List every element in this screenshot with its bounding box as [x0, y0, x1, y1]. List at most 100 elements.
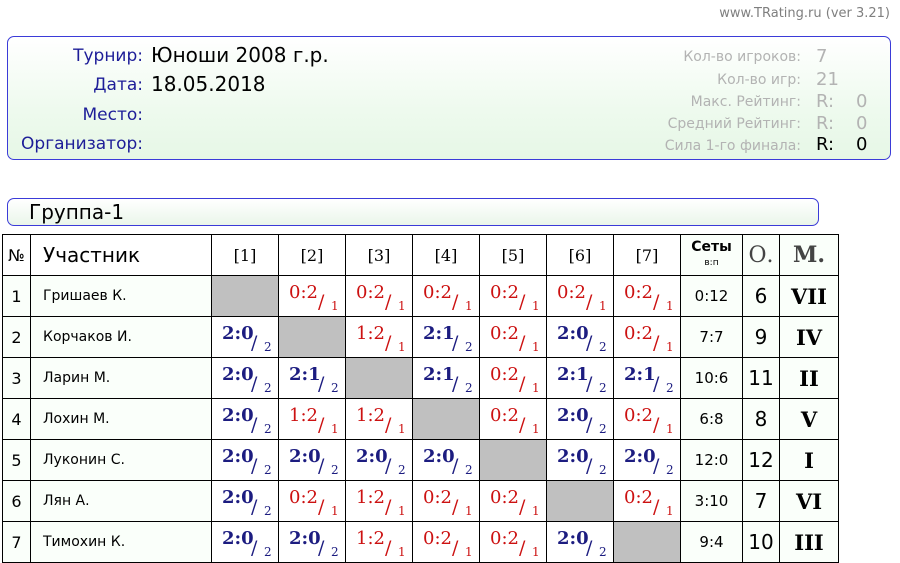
slash-separator: /: [653, 414, 660, 436]
slash-separator: /: [385, 291, 392, 313]
match-points: 1: [666, 340, 674, 354]
slash-separator: /: [519, 332, 526, 354]
slash-separator: /: [653, 291, 660, 313]
table-row: 7 Тимохин К. 2:0/2 2:0/2 1:2/1 0:2/1 0:2/1 2:0/…: [2, 521, 839, 563]
row-num: 6: [2, 480, 31, 522]
match-points: 2: [599, 381, 607, 395]
slash-separator: /: [452, 537, 459, 559]
result-cell: 1:2/ 1: [278, 398, 346, 440]
points-total: 6: [742, 275, 780, 317]
final-place: VII: [779, 275, 839, 317]
set-score: 1:2: [356, 405, 385, 426]
result-cell: 0:2/ 1: [479, 357, 547, 399]
group-header: Группа-1: [7, 198, 819, 226]
match-points: 1: [599, 299, 607, 313]
match-points: 2: [264, 545, 272, 559]
result-cell: 2:0/ 2: [278, 521, 346, 563]
slash-separator: /: [251, 537, 258, 559]
set-score: 0:2: [624, 405, 653, 426]
table-row: 3 Ларин М. 2:0/2 2:1/2 2:1/2 0:2/1 2:1/2 2:1/2 1…: [2, 357, 839, 399]
match-points: 1: [398, 299, 406, 313]
result-cell: 2:0/ 2: [546, 439, 614, 481]
slash-separator: /: [251, 455, 258, 477]
diagonal-cell: [278, 316, 346, 358]
result-cell: 1:2/ 1: [345, 398, 413, 440]
result-cell: 0:2/ 1: [479, 316, 547, 358]
slash-separator: /: [519, 496, 526, 518]
match-points: 2: [264, 504, 272, 518]
diagonal-cell: [546, 480, 614, 522]
slash-separator: /: [586, 414, 593, 436]
result-cell: 0:2/ 1: [412, 521, 480, 563]
slash-separator: /: [251, 496, 258, 518]
header-sets: Сеты в:п: [680, 234, 743, 276]
player-name: Лян А.: [30, 480, 212, 522]
row-num: 2: [2, 316, 31, 358]
slash-separator: /: [318, 496, 325, 518]
match-points: 1: [398, 504, 406, 518]
result-cell: 2:0/ 2: [412, 439, 480, 481]
set-score: 0:2: [490, 528, 519, 549]
row-num: 5: [2, 439, 31, 481]
slash-separator: /: [318, 455, 325, 477]
set-score: 2:0: [222, 364, 254, 385]
results-table: № Участник [1] [2] [3] [4] [5] [6] [7] С…: [2, 234, 839, 563]
set-score: 2:0: [624, 446, 656, 467]
set-score: 2:1: [289, 364, 321, 385]
result-cell: 2:1/ 2: [278, 357, 346, 399]
slash-separator: /: [586, 537, 593, 559]
group-title: Группа-1: [29, 200, 125, 224]
games-count-label: Кол-во игр:: [717, 72, 801, 88]
result-cell: 2:0/ 2: [546, 316, 614, 358]
match-points: 2: [599, 340, 607, 354]
result-cell: 2:1/ 2: [412, 316, 480, 358]
set-score: 2:0: [222, 323, 254, 344]
result-cell: 0:2/ 1: [479, 521, 547, 563]
header-col-1: [1]: [211, 234, 279, 276]
set-score: 2:0: [423, 446, 455, 467]
match-points: 2: [599, 422, 607, 436]
set-score: 0:2: [624, 487, 653, 508]
result-cell: 0:2/ 1: [546, 275, 614, 317]
header-col-6: [6]: [546, 234, 614, 276]
header-col-4: [4]: [412, 234, 480, 276]
header-col-2: [2]: [278, 234, 346, 276]
player-name: Ларин М.: [30, 357, 212, 399]
set-score: 1:2: [356, 323, 385, 344]
sets-total: 7:7: [680, 316, 743, 358]
set-score: 2:0: [289, 528, 321, 549]
match-points: 1: [331, 504, 339, 518]
slash-separator: /: [385, 455, 392, 477]
result-cell: 1:2/ 1: [345, 316, 413, 358]
match-points: 1: [398, 422, 406, 436]
match-points: 2: [264, 381, 272, 395]
match-points: 2: [398, 463, 406, 477]
result-cell: 2:0/ 2: [345, 439, 413, 481]
final-place: VI: [779, 480, 839, 522]
match-points: 1: [465, 299, 473, 313]
result-cell: 2:0/ 2: [211, 480, 279, 522]
match-points: 1: [532, 299, 540, 313]
result-cell: 0:2/ 1: [278, 275, 346, 317]
avg-rating-prefix: R:: [816, 113, 835, 134]
set-score: 2:0: [289, 446, 321, 467]
table-row: 4 Лохин М. 2:0/2 1:2/1 1:2/1 0:2/1 2:0/2 0:2/1 6…: [2, 398, 839, 440]
slash-separator: /: [385, 414, 392, 436]
players-count-label: Кол-во игроков:: [683, 49, 801, 65]
slash-separator: /: [519, 291, 526, 313]
header-points: О.: [742, 234, 780, 276]
avg-rating-label: Средний Рейтинг:: [667, 116, 801, 132]
set-score: 2:1: [624, 364, 656, 385]
match-points: 2: [599, 463, 607, 477]
set-score: 2:0: [222, 405, 254, 426]
result-cell: 2:0/ 2: [546, 398, 614, 440]
table-row: 1 Гришаев К. 0:2/1 0:2/1 0:2/1 0:2/1 0:2/1 0:2/…: [2, 275, 839, 317]
result-cell: 2:0/ 2: [211, 439, 279, 481]
slash-separator: /: [318, 373, 325, 395]
slash-separator: /: [318, 414, 325, 436]
slash-separator: /: [452, 332, 459, 354]
header-col-3: [3]: [345, 234, 413, 276]
sets-total: 9:4: [680, 521, 743, 563]
match-points: 2: [599, 545, 607, 559]
set-score: 1:2: [356, 487, 385, 508]
